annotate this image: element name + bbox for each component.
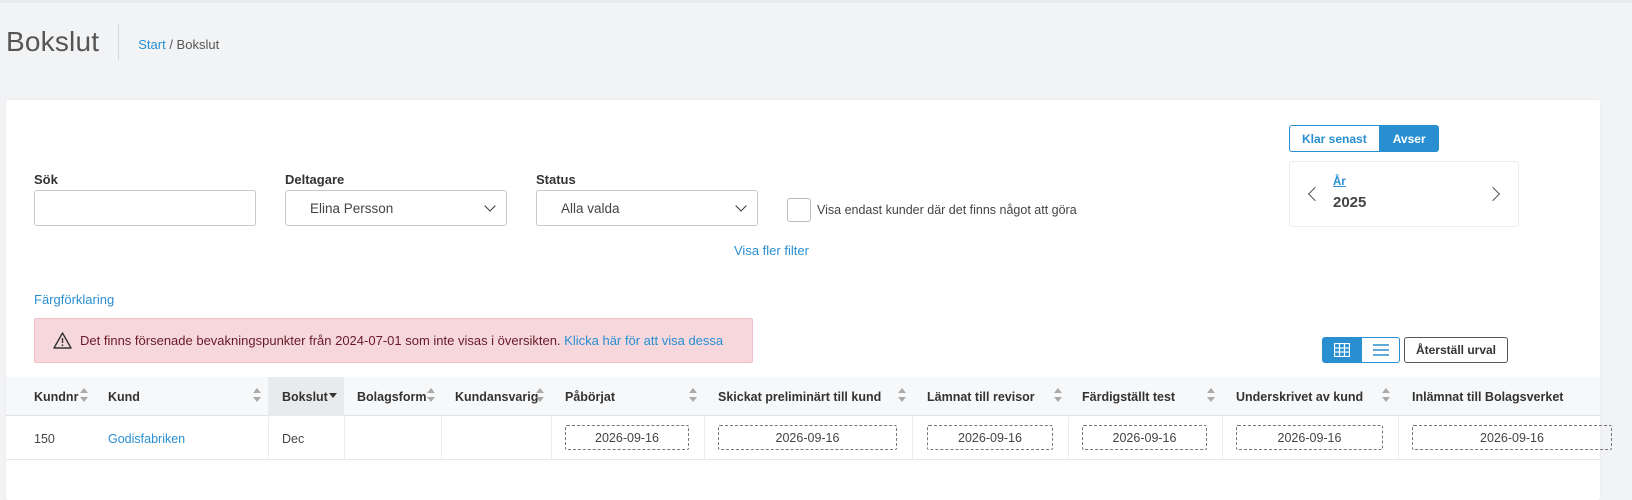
only-todo-checkbox[interactable]: [787, 198, 811, 222]
toggle-avser[interactable]: Avser: [1379, 125, 1439, 152]
column-header-lamnat-revisor[interactable]: Lämnat till revisor: [927, 377, 1069, 416]
column-label: Färdigställt test: [1082, 390, 1176, 404]
year-label[interactable]: År: [1333, 176, 1346, 188]
cell-divider: [912, 417, 913, 460]
status-select[interactable]: Alla valda: [536, 190, 758, 226]
breadcrumb-current: Bokslut: [176, 36, 220, 52]
column-header-paborjat[interactable]: Påbörjat: [565, 377, 703, 416]
chevron-down-icon: [484, 200, 496, 212]
color-legend-link[interactable]: Färgförklaring: [34, 292, 114, 307]
breadcrumb-separator: /: [165, 36, 177, 52]
cell-divider: [344, 417, 345, 460]
year-value: 2025: [1333, 194, 1367, 211]
column-header-fardigstallt-test[interactable]: Färdigställt test: [1082, 377, 1222, 416]
chevron-right-icon[interactable]: [1485, 186, 1501, 202]
column-label: Kundnr: [34, 390, 79, 404]
sort-desc-icon: [329, 393, 337, 398]
cell-divider: [1222, 417, 1223, 460]
sort-icon: [1382, 388, 1391, 402]
chevron-down-icon: [735, 200, 747, 212]
column-label: Lämnat till revisor: [927, 390, 1035, 404]
column-header-skickat-preliminart[interactable]: Skickat preliminärt till kund: [718, 377, 912, 416]
column-label: Inlämnat till Bolagsverket: [1412, 390, 1564, 404]
participant-select-value: Elina Persson: [310, 201, 394, 216]
page-header: Bokslut Start / Bokslut: [6, 24, 219, 60]
participant-label: Deltagare: [285, 172, 345, 187]
cell-divider: [441, 417, 442, 460]
cell-kundnr: 150: [34, 432, 55, 446]
column-header-inlamnat-bolagsverket[interactable]: Inlämnat till Bolagsverket: [1412, 377, 1600, 416]
warning-icon: [53, 332, 72, 352]
list-icon: [1372, 344, 1389, 356]
sort-icon: [1207, 388, 1216, 402]
date-input-skickat-preliminart[interactable]: 2026-09-16: [718, 425, 897, 450]
view-toggle: [1322, 337, 1400, 363]
date-input-fardigstallt-test[interactable]: 2026-09-16: [1082, 425, 1207, 450]
main-card: Sök Deltagare Elina Persson Status Alla …: [6, 100, 1612, 500]
reset-selection-button[interactable]: Återställ urval: [1404, 337, 1508, 363]
date-input-lamnat-revisor[interactable]: 2026-09-16: [927, 425, 1053, 450]
column-label: Bolagsform: [357, 390, 427, 404]
sort-icon: [1054, 388, 1063, 402]
column-header-bolagsform[interactable]: Bolagsform: [357, 377, 441, 416]
table-header: Kundnr Kund Bokslut Bolagsform Kundansva…: [6, 377, 1600, 416]
year-picker: År 2025: [1289, 161, 1519, 227]
only-todo-label: Visa endast kunder där det finns något a…: [817, 203, 1077, 217]
period-toggle: Klar senast Avser: [1289, 125, 1439, 152]
header-divider: [118, 24, 120, 60]
page-title: Bokslut: [6, 26, 100, 57]
column-header-kundansvarig[interactable]: Kundansvarig: [455, 377, 549, 416]
cell-bokslut: Dec: [282, 432, 305, 446]
toggle-klar-senast[interactable]: Klar senast: [1289, 125, 1380, 152]
sort-icon: [689, 388, 698, 402]
participant-select[interactable]: Elina Persson: [285, 190, 507, 226]
date-input-underskrivet[interactable]: 2026-09-16: [1236, 425, 1383, 450]
cell-divider: [1068, 417, 1069, 460]
cell-divider: [704, 417, 705, 460]
grid-icon: [1333, 343, 1350, 357]
sort-icon: [253, 388, 262, 402]
search-label: Sök: [34, 172, 58, 187]
top-bar: [0, 0, 1632, 3]
column-label: Underskrivet av kund: [1236, 390, 1364, 404]
more-filters-link[interactable]: Visa fler filter: [734, 243, 809, 258]
chevron-left-icon[interactable]: [1307, 186, 1323, 202]
date-input-paborjat[interactable]: 2026-09-16: [565, 425, 689, 450]
column-label: Skickat preliminärt till kund: [718, 390, 882, 404]
breadcrumb: Start / Bokslut: [138, 37, 219, 52]
overdue-alert: Det finns försenade bevakningspunkter fr…: [34, 318, 753, 363]
column-header-kundnr[interactable]: Kundnr: [34, 377, 96, 416]
list-view-button[interactable]: [1361, 337, 1400, 363]
column-label: Kundansvarig: [455, 390, 539, 404]
table-row: 150 Godisfabriken Dec 2026-09-16 2026-09…: [6, 417, 1612, 460]
sort-icon: [80, 388, 89, 402]
cell-divider: [268, 417, 269, 460]
column-header-underskrivet[interactable]: Underskrivet av kund: [1236, 377, 1396, 416]
date-input-inlamnat-bolagsverket[interactable]: 2026-09-16: [1412, 425, 1612, 450]
sort-icon: [536, 388, 545, 402]
cell-divider: [1398, 417, 1399, 460]
column-label: Påbörjat: [565, 390, 616, 404]
breadcrumb-home-link[interactable]: Start: [138, 37, 165, 52]
sort-icon: [427, 388, 436, 402]
alert-message: Det finns försenade bevakningspunkter fr…: [80, 333, 561, 348]
search-input[interactable]: [34, 190, 256, 226]
alert-show-link[interactable]: Klicka här för att visa dessa: [564, 333, 723, 348]
grid-view-button[interactable]: [1322, 337, 1361, 363]
alert-text: Det finns försenade bevakningspunkter fr…: [80, 333, 723, 348]
status-select-value: Alla valda: [561, 201, 620, 216]
cell-divider: [551, 417, 552, 460]
column-label: Bokslut: [282, 390, 328, 404]
column-header-kund[interactable]: Kund: [108, 377, 266, 416]
column-label: Kund: [108, 390, 140, 404]
sort-icon: [898, 388, 907, 402]
cell-kund-link[interactable]: Godisfabriken: [108, 417, 185, 460]
column-header-bokslut[interactable]: Bokslut: [268, 377, 344, 416]
status-label: Status: [536, 172, 576, 187]
